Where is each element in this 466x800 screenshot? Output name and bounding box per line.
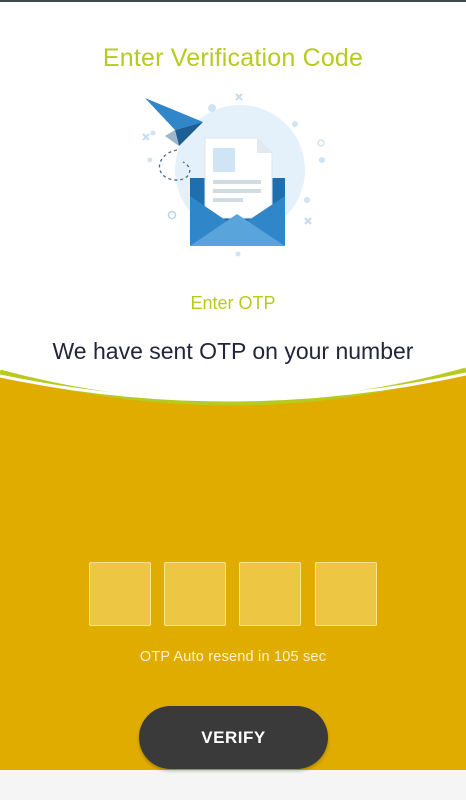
enter-otp-heading: Enter OTP — [190, 293, 276, 313]
bottom-bar — [0, 770, 466, 800]
otp-digit-3-input[interactable] — [239, 562, 301, 626]
otp-digit-2-input[interactable] — [164, 562, 226, 626]
page-title: Enter Verification Code — [102, 44, 364, 72]
otp-input-row — [89, 562, 378, 626]
verify-button[interactable]: VERIFY — [139, 706, 328, 769]
envelope-with-paper-plane-icon — [142, 93, 325, 257]
otp-resend-timer: OTP Auto resend in 105 sec — [139, 649, 327, 665]
verification-screen: Enter Verification Code Enter OTP We hav… — [0, 0, 466, 800]
status-strip — [0, 0, 466, 2]
otp-digit-1-input[interactable] — [89, 562, 151, 626]
otp-digit-4-input[interactable] — [315, 562, 377, 626]
